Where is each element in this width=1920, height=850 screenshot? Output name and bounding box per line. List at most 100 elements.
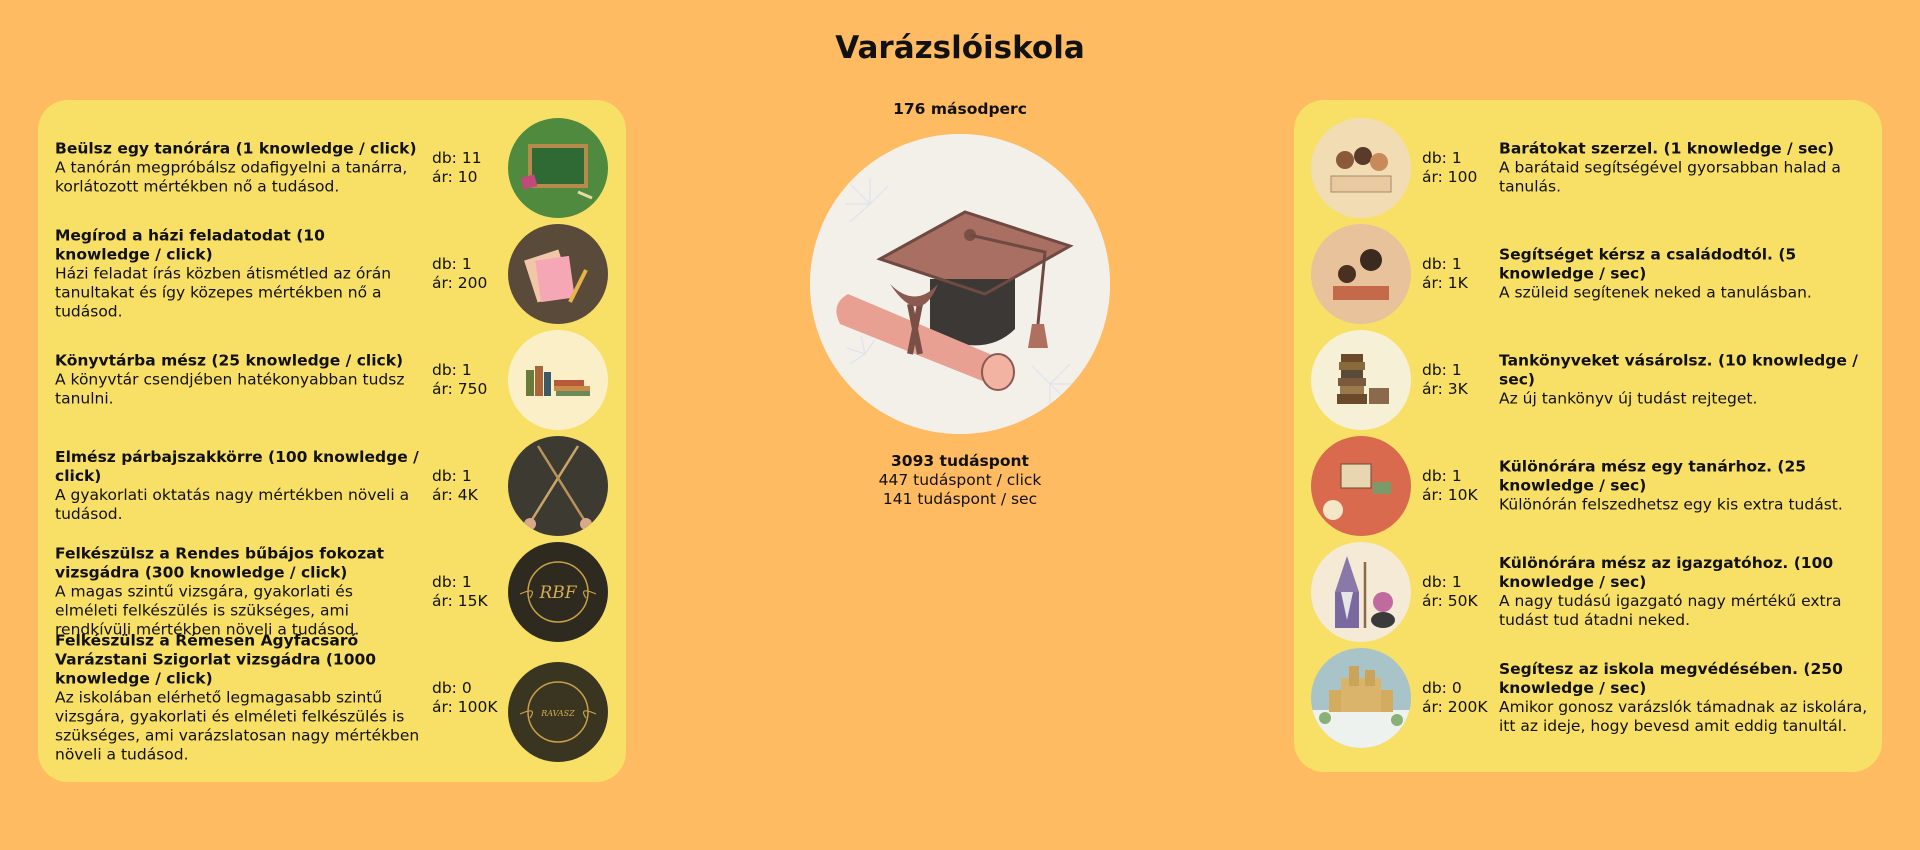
passive-upgrade-row: db: 1 ár: 50K Különórára mész az igazgat… (1294, 539, 1882, 645)
upgrade-text: Amikor gonosz varázslók támadnak az isko… (1499, 698, 1868, 735)
upgrade-count: db: 1 (432, 255, 472, 273)
upgrade-count: db: 11 (432, 149, 482, 167)
upgrade-stats: db: 1 ár: 100 (1422, 149, 1477, 187)
ravasz-badge-icon[interactable]: RAVASZ (508, 662, 608, 762)
upgrade-text: Házi feladat írás közben átismétled az ó… (55, 264, 392, 321)
upgrade-name: Segítséget kérsz a családodtól. (5 knowl… (1499, 245, 1797, 283)
upgrade-stats: db: 1 ár: 4K (432, 467, 478, 505)
knowledge-points: 3093 tudáspont (891, 452, 1029, 470)
upgrade-count: db: 1 (1422, 573, 1462, 591)
upgrade-description: Felkészülsz a Rendes bűbájos fokozat viz… (55, 545, 420, 640)
passive-upgrade-row: db: 1 ár: 3K Tankönyveket vásárolsz. (10… (1294, 327, 1882, 433)
upgrade-count: db: 0 (1422, 679, 1462, 697)
upgrade-name: Elmész párbajszakkörre (100 knowledge / … (55, 448, 419, 485)
upgrade-text: A könyvtár csendjében hatékonyabban tuds… (55, 370, 405, 408)
upgrade-stats: db: 1 ár: 1K (1422, 255, 1468, 293)
upgrade-text: A szüleid segítenek neked a tanulásban. (1499, 283, 1812, 302)
upgrade-stats: db: 11 ár: 10 (432, 149, 482, 187)
passive-upgrades-panel: db: 1 ár: 100 Barátokat szerzel. (1 know… (1294, 100, 1882, 772)
wizard-icon[interactable] (1311, 542, 1411, 642)
upgrade-name: Megírod a házi feladatodat (10 knowledge… (55, 226, 325, 264)
upgrade-text: A nagy tudású igazgató nagy mértékű extr… (1499, 592, 1842, 629)
upgrade-name: Barátokat szerzel. (1 knowledge / sec) (1499, 139, 1835, 158)
clicker-area: 176 másodperc 3093 tudáspont 447 tudáspo… (780, 100, 1140, 509)
upgrade-name: Különórára mész egy tanárhoz. (25 knowle… (1499, 457, 1807, 495)
upgrade-description: Segítséget kérsz a családodtól. (5 knowl… (1499, 246, 1869, 303)
upgrade-count: db: 0 (432, 679, 472, 697)
upgrade-count: db: 1 (432, 467, 472, 485)
upgrade-text: A gyakorlati oktatás nagy mértékben növe… (55, 486, 410, 523)
upgrade-name: Tankönyveket vásárolsz. (10 knowledge / … (1499, 351, 1858, 389)
click-upgrade-row: Beülsz egy tanórára (1 knowledge / click… (38, 115, 626, 221)
upgrade-stats: db: 1 ár: 200 (432, 255, 487, 293)
timer-label: 176 másodperc (893, 100, 1027, 118)
passive-upgrade-row: db: 1 ár: 100 Barátokat szerzel. (1 know… (1294, 115, 1882, 221)
upgrade-price: ár: 750 (432, 380, 488, 398)
upgrade-price: ár: 100K (432, 698, 498, 716)
upgrade-price: ár: 200 (432, 274, 488, 292)
upgrade-count: db: 1 (1422, 361, 1462, 379)
badge-text: RBF (538, 583, 577, 603)
books-icon[interactable] (508, 330, 608, 430)
upgrade-name: Felkészülsz a Rémesen Agyfacsaró Varázst… (55, 631, 377, 688)
upgrade-stats: db: 1 ár: 3K (1422, 361, 1468, 399)
upgrade-stats: db: 1 ár: 15K (432, 573, 488, 611)
upgrade-price: ár: 4K (432, 486, 478, 504)
upgrade-name: Különórára mész az igazgatóhoz. (100 kno… (1499, 554, 1834, 591)
upgrade-description: Elmész párbajszakkörre (100 knowledge / … (55, 448, 420, 524)
upgrade-price: ár: 50K (1422, 592, 1478, 610)
upgrade-description: Felkészülsz a Rémesen Agyfacsaró Varázst… (55, 632, 420, 765)
upgrade-price: ár: 10K (1422, 486, 1478, 504)
upgrade-name: Segítesz az iskola megvédésében. (250 kn… (1499, 660, 1843, 697)
upgrade-description: Megírod a házi feladatodat (10 knowledge… (55, 227, 420, 322)
upgrade-stats: db: 1 ár: 50K (1422, 573, 1478, 611)
click-upgrade-row: Felkészülsz a Rémesen Agyfacsaró Varázst… (38, 632, 626, 764)
click-upgrades-panel: Beülsz egy tanórára (1 knowledge / click… (38, 100, 626, 782)
upgrade-count: db: 1 (432, 361, 472, 379)
family-icon[interactable] (1311, 224, 1411, 324)
upgrade-price: ár: 3K (1422, 380, 1468, 398)
upgrade-stats: db: 0 ár: 200K (1422, 679, 1488, 717)
friends-icon[interactable] (1311, 118, 1411, 218)
click-upgrade-row: Felkészülsz a Rendes bűbájos fokozat viz… (38, 539, 626, 645)
tutor-icon[interactable] (1311, 436, 1411, 536)
textbooks-icon[interactable] (1311, 330, 1411, 430)
upgrade-description: Barátokat szerzel. (1 knowledge / sec) A… (1499, 140, 1869, 197)
upgrade-price: ár: 1K (1422, 274, 1468, 292)
upgrade-text: Az iskolában elérhető legmagasabb szintű… (55, 688, 420, 764)
rbf-badge-icon[interactable]: RBF (508, 542, 608, 642)
upgrade-count: db: 1 (432, 573, 472, 591)
upgrade-name: Beülsz egy tanórára (1 knowledge / click… (55, 139, 417, 158)
upgrade-stats: db: 0 ár: 100K (432, 679, 498, 717)
score-display: 3093 tudáspont 447 tudáspont / click 141… (780, 452, 1140, 509)
upgrade-stats: db: 1 ár: 750 (432, 361, 487, 399)
page-title: Varázslóiskola (835, 30, 1085, 66)
upgrade-name: Könyvtárba mész (25 knowledge / click) (55, 351, 404, 370)
upgrade-text: A tanórán megpróbálsz odafigyelni a taná… (55, 158, 408, 196)
upgrade-text: A barátaid segítségével gyorsabban halad… (1499, 158, 1841, 196)
upgrade-name: Felkészülsz a Rendes bűbájos fokozat viz… (55, 544, 385, 582)
upgrade-price: ár: 100 (1422, 168, 1478, 186)
upgrade-description: Tankönyveket vásárolsz. (10 knowledge / … (1499, 352, 1869, 409)
points-per-click: 447 tudáspont / click (878, 471, 1042, 489)
upgrade-stats: db: 1 ár: 10K (1422, 467, 1478, 505)
passive-upgrade-row: db: 1 ár: 1K Segítséget kérsz a családod… (1294, 221, 1882, 327)
wands-icon[interactable] (508, 436, 608, 536)
badge-text: RAVASZ (540, 709, 575, 718)
upgrade-description: Különórára mész az igazgatóhoz. (100 kno… (1499, 554, 1869, 630)
castle-icon[interactable] (1311, 648, 1411, 748)
passive-upgrade-row: db: 0 ár: 200K Segítesz az iskola megvéd… (1294, 645, 1882, 751)
upgrade-description: Segítesz az iskola megvédésében. (250 kn… (1499, 660, 1869, 736)
click-upgrade-row: Megírod a házi feladatodat (10 knowledge… (38, 221, 626, 327)
notebooks-icon[interactable] (508, 224, 608, 324)
chalkboard-icon[interactable] (508, 118, 608, 218)
points-per-sec: 141 tudáspont / sec (882, 490, 1038, 508)
graduation-cap-icon[interactable] (810, 134, 1110, 434)
upgrade-description: Beülsz egy tanórára (1 knowledge / click… (55, 140, 420, 197)
upgrade-price: ár: 10 (432, 168, 478, 186)
upgrade-price: ár: 200K (1422, 698, 1488, 716)
upgrade-count: db: 1 (1422, 467, 1462, 485)
upgrade-price: ár: 15K (432, 592, 488, 610)
click-upgrade-row: Elmész párbajszakkörre (100 knowledge / … (38, 433, 626, 539)
upgrade-text: Az új tankönyv új tudást rejteget. (1499, 389, 1758, 408)
